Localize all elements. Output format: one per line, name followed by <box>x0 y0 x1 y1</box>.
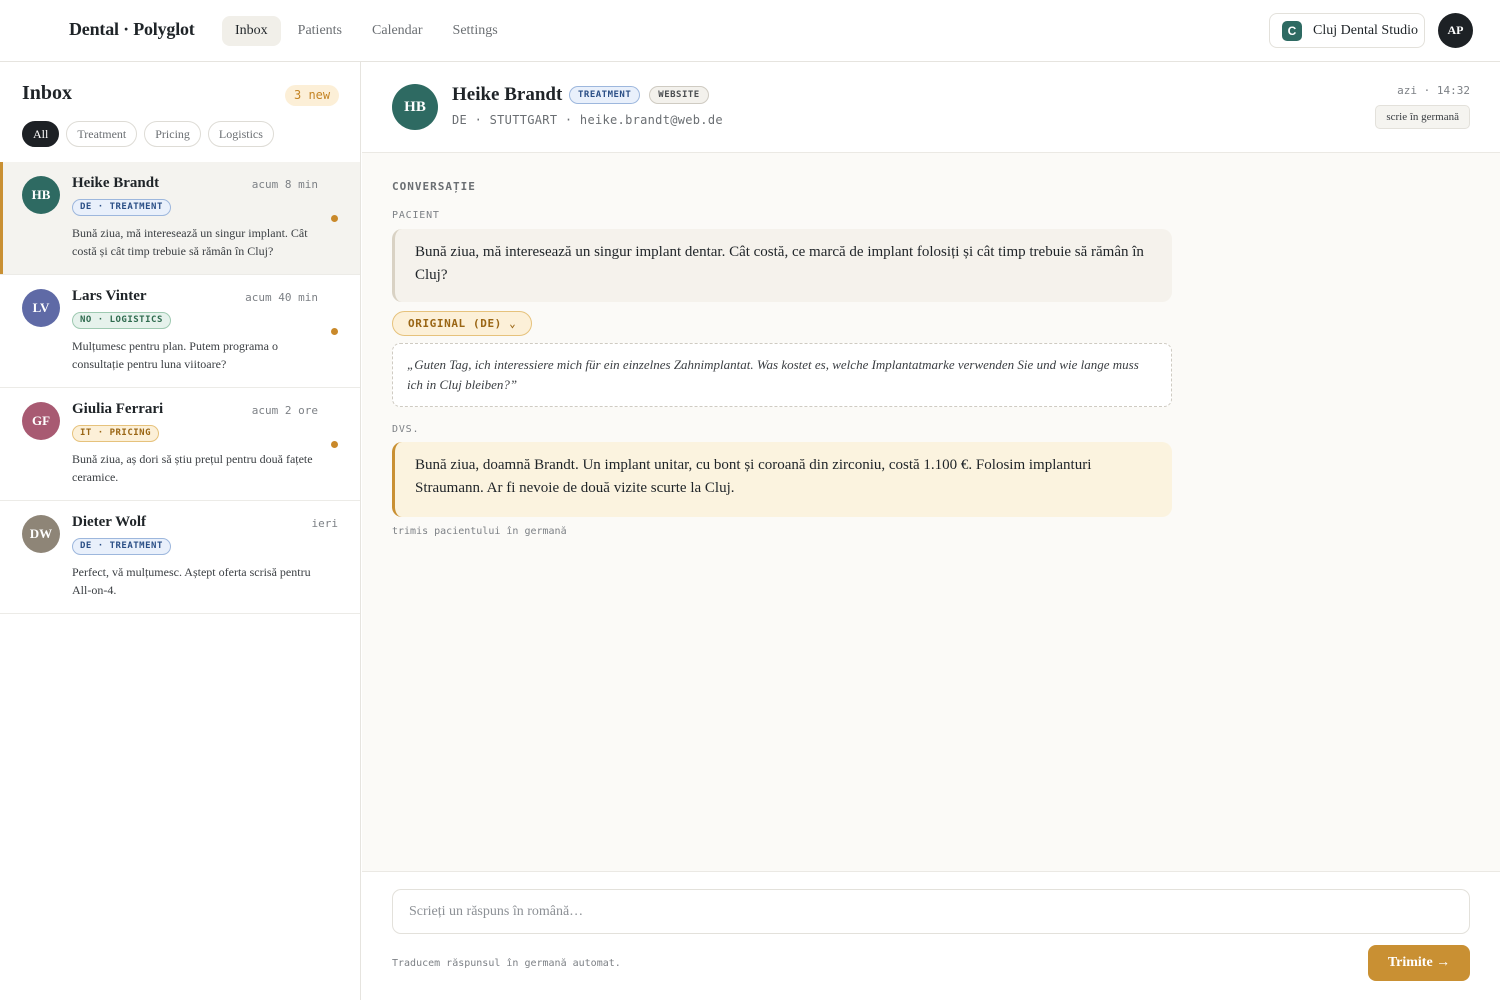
conversation-time: ieri <box>311 517 339 530</box>
filter-treatment[interactable]: Treatment <box>66 121 138 147</box>
conversation-preview: Mulțumesc pentru plan. Putem programa o … <box>72 339 278 371</box>
language-pill[interactable]: scrie în germană <box>1375 105 1470 129</box>
your-message: Bună ziua, doamnă Brandt. Un implant uni… <box>392 442 1172 517</box>
conversation-name: Lars Vinter <box>72 288 147 304</box>
send-button[interactable]: Trimite → <box>1368 945 1470 981</box>
nav-patients[interactable]: Patients <box>285 16 355 46</box>
avatar: HB <box>22 176 60 214</box>
conversation-name: Dieter Wolf <box>72 514 147 530</box>
conversation-preview: Bună ziua, aș dori să știu prețul pentru… <box>72 452 313 484</box>
filter-chips: All Treatment Pricing Logistics <box>22 121 274 147</box>
brand-logo[interactable]: Dental · Polyglot <box>69 19 195 40</box>
clinic-name: Cluj Dental Studio <box>1313 22 1418 38</box>
conversation-name: Giulia Ferrari <box>72 401 164 417</box>
main-nav: Inbox Patients Calendar Settings <box>222 16 511 46</box>
conversation-list: HB Heike Brandt acum 8 min DE · TREATMEN… <box>0 162 360 614</box>
conversation-item[interactable]: GF Giulia Ferrari acum 2 ore IT · PRICIN… <box>0 388 360 501</box>
conversation-tag: DE · TREATMENT <box>72 538 171 555</box>
conversation-time: azi · 14:32 <box>1397 84 1470 97</box>
patient-meta: DE · STUTTGART · heike.brandt@web.de <box>452 113 723 127</box>
reply-composer: Traducem răspunsul în germană automat. T… <box>362 871 1500 1000</box>
user-avatar[interactable]: AP <box>1438 13 1473 48</box>
patient-label: PACIENT <box>392 210 440 221</box>
top-bar: Dental · Polyglot Inbox Patients Calenda… <box>0 0 1500 62</box>
auto-translate-note: Traducem răspunsul în germană automat. <box>392 958 621 969</box>
avatar: LV <box>22 289 60 327</box>
nav-calendar[interactable]: Calendar <box>359 16 436 46</box>
original-toggle[interactable]: ORIGINAL (DE) ⌄ <box>392 311 533 336</box>
conversation-tag: DE · TREATMENT <box>72 199 171 216</box>
patient-name: Heike Brandt <box>452 84 563 105</box>
conversation-time: acum 8 min <box>251 178 318 191</box>
conversation-name: Heike Brandt <box>72 175 160 191</box>
you-label: DVS. <box>392 424 420 435</box>
new-count-badge: 3 new <box>285 85 340 106</box>
conversation-item[interactable]: DW Dieter Wolf ieri DE · TREATMENT Perfe… <box>0 501 360 614</box>
unread-dot <box>331 441 338 448</box>
clinic-badge: C <box>1282 20 1302 41</box>
reply-input[interactable] <box>392 889 1470 934</box>
filter-logistics[interactable]: Logistics <box>207 121 274 147</box>
source-tag: WEBSITE <box>649 86 709 104</box>
avatar: GF <box>22 402 60 440</box>
conversation-tag: IT · PRICING <box>72 425 160 442</box>
nav-inbox[interactable]: Inbox <box>222 16 281 46</box>
inbox-title: Inbox <box>22 82 73 104</box>
patient-avatar: HB <box>392 84 438 130</box>
section-label: CONVERSAȚIE <box>392 180 476 193</box>
conversation-preview: Bună ziua, mă interesează un singur impl… <box>72 226 308 258</box>
clinic-switcher[interactable]: C Cluj Dental Studio <box>1269 13 1425 48</box>
conversation-pane: HB Heike Brandt TREATMENT WEBSITE DE · S… <box>362 62 1500 1000</box>
filter-all[interactable]: All <box>22 121 60 147</box>
original-text: „Guten Tag, ich interessiere mich für ei… <box>392 343 1172 407</box>
conversation-preview: Perfect, vă mulțumesc. Aștept oferta scr… <box>72 565 311 597</box>
treatment-tag: TREATMENT <box>569 86 641 104</box>
filter-pricing[interactable]: Pricing <box>144 121 201 147</box>
conversation-item[interactable]: LV Lars Vinter acum 40 min NO · LOGISTIC… <box>0 275 360 388</box>
patient-tags: TREATMENT WEBSITE <box>569 86 709 104</box>
inbox-sidebar: Inbox 3 new All Treatment Pricing Logist… <box>0 62 361 1000</box>
patient-message: Bună ziua, mă interesează un singur impl… <box>392 229 1172 302</box>
conversation-time: acum 40 min <box>245 291 318 304</box>
conversation-time: acum 2 ore <box>251 404 318 417</box>
conversation-item[interactable]: HB Heike Brandt acum 8 min DE · TREATMEN… <box>0 162 360 275</box>
unread-dot <box>331 328 338 335</box>
conversation-tag: NO · LOGISTICS <box>72 312 171 329</box>
sent-note: trimis pacientului în germană <box>392 526 567 537</box>
conversation-header: HB Heike Brandt TREATMENT WEBSITE DE · S… <box>362 62 1500 153</box>
nav-settings[interactable]: Settings <box>440 16 511 46</box>
avatar: DW <box>22 515 60 553</box>
unread-dot <box>331 215 338 222</box>
